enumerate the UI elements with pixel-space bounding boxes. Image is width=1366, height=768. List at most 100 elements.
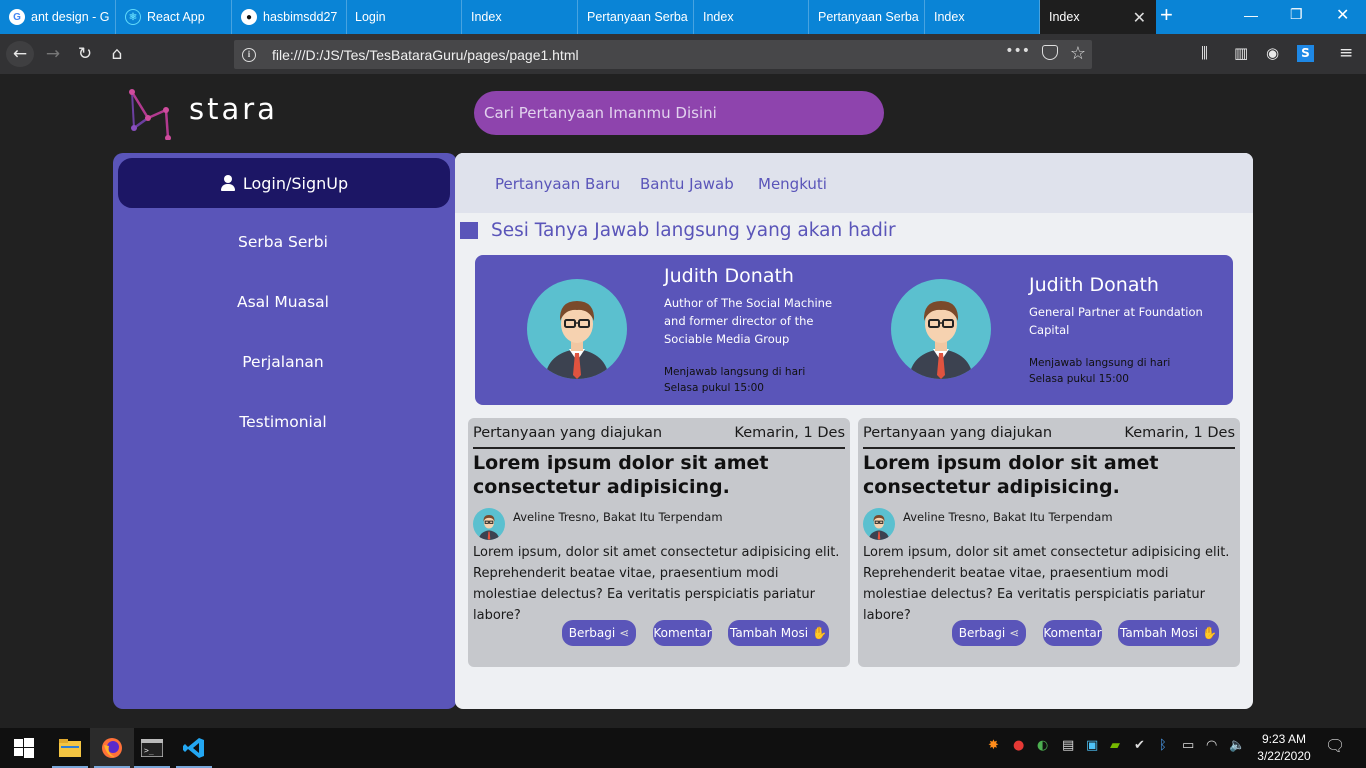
tray-app-icon[interactable]: ▣: [1086, 738, 1098, 753]
question-title[interactable]: Lorem ipsum dolor sit amet consectetur a…: [863, 451, 1233, 499]
author-avatar: [473, 508, 505, 540]
thumbs-up-icon: ✋: [812, 626, 827, 640]
library-icon[interactable]: ⫼: [1201, 44, 1208, 62]
sidebar-toggle-icon[interactable]: ▥: [1234, 44, 1248, 62]
search-input[interactable]: [474, 91, 884, 135]
page: stara Login/SignUp Serba Serbi Asal Muas…: [0, 74, 1366, 728]
comment-button[interactable]: Komentar: [653, 620, 712, 646]
browser-tab-bar: G ant design - G ⚛ React App ● hasbimsdd…: [0, 0, 1366, 34]
speaker-name: Judith Donath: [664, 265, 794, 287]
vscode-icon[interactable]: [172, 728, 216, 768]
account-icon[interactable]: ◉: [1266, 44, 1279, 62]
close-window-button[interactable]: ✕: [1336, 5, 1349, 25]
restore-button[interactable]: ❐: [1290, 6, 1303, 23]
clock-date: 3/22/2020: [1257, 749, 1311, 763]
sidebar-item-perjalanan[interactable]: Perjalanan: [113, 353, 453, 371]
menu-icon[interactable]: ≡: [1339, 43, 1353, 63]
back-arrow-icon[interactable]: ←: [6, 41, 34, 67]
url-text[interactable]: file:///D:/JS/Tes/TesBataraGuru/pages/pa…: [272, 47, 579, 63]
browser-tab-active[interactable]: Index ✕: [1040, 0, 1156, 34]
pocket-icon[interactable]: [1042, 45, 1058, 60]
person-avatar-icon: [868, 515, 890, 540]
svg-text:>_: >_: [144, 746, 154, 755]
login-label: Login/SignUp: [242, 173, 349, 193]
tab-pertanyaan-baru[interactable]: Pertanyaan Baru: [495, 175, 620, 193]
question-date: Kemarin, 1 Des: [734, 425, 845, 441]
question-author[interactable]: Aveline Tresno, Bakat Itu Terpendam: [513, 510, 723, 524]
question-title[interactable]: Lorem ipsum dolor sit amet consectetur a…: [473, 451, 843, 499]
sidebar-item-serba-serbi[interactable]: Serba Serbi: [113, 233, 453, 251]
tray-app-icon[interactable]: ▤: [1062, 738, 1074, 753]
nvidia-icon[interactable]: ▰: [1110, 738, 1120, 753]
browser-tab[interactable]: ⚛ React App: [116, 0, 232, 34]
comment-button[interactable]: Komentar: [1043, 620, 1102, 646]
main-tabs: Pertanyaan Baru Bantu Jawab Mengkuti: [455, 153, 1253, 213]
tray-app-icon[interactable]: ●: [1013, 738, 1024, 753]
question-date: Kemarin, 1 Des: [1124, 425, 1235, 441]
user-icon: [220, 175, 236, 191]
reload-icon[interactable]: ↻: [71, 41, 99, 67]
question-card: Pertanyaan yang diajukan Kemarin, 1 Des …: [468, 418, 850, 667]
browser-tab[interactable]: G ant design - G: [0, 0, 116, 34]
sidebar-item-asal-muasal[interactable]: Asal Muasal: [113, 293, 453, 311]
browser-tab[interactable]: ● hasbimsdd27: [232, 0, 347, 34]
speaker-name: Judith Donath: [1029, 274, 1159, 296]
new-tab-button[interactable]: +: [1160, 2, 1173, 28]
question-body: Lorem ipsum, dolor sit amet consectetur …: [863, 545, 1230, 623]
home-icon[interactable]: ⌂: [103, 41, 131, 67]
close-tab-icon[interactable]: ✕: [1133, 8, 1146, 28]
extension-icon[interactable]: S: [1297, 45, 1314, 62]
bluetooth-icon[interactable]: ᛒ: [1159, 738, 1167, 753]
taskbar: >_ ✸ ● ◐ ▤ ▣ ▰ ✔ ᛒ ▭ ◠ 🔈 9:23 AM 3/22/20…: [0, 728, 1366, 768]
info-icon[interactable]: i: [242, 47, 256, 62]
address-bar[interactable]: i file:///D:/JS/Tes/TesBataraGuru/pages/…: [234, 40, 1092, 69]
section-title: Sesi Tanya Jawab langsung yang akan hadi…: [491, 220, 896, 241]
sidebar: Login/SignUp Serba Serbi Asal Muasal Per…: [113, 153, 457, 709]
person-avatar-icon: [478, 515, 500, 540]
forward-arrow-icon[interactable]: →: [39, 41, 67, 67]
browser-tab[interactable]: Index: [462, 0, 578, 34]
page-actions-icon[interactable]: •••: [1005, 43, 1030, 59]
share-button[interactable]: Berbagi ⋖: [952, 620, 1026, 646]
browser-tab[interactable]: Index: [925, 0, 1040, 34]
browser-tab[interactable]: Pertanyaan Serba: [578, 0, 694, 34]
browser-tab[interactable]: Pertanyaan Serba: [809, 0, 925, 34]
tray-app-icon[interactable]: ✔: [1134, 738, 1145, 753]
google-icon: G: [9, 9, 25, 25]
sidebar-item-testimonial[interactable]: Testimonial: [113, 413, 453, 431]
bookmark-star-icon[interactable]: ☆: [1070, 43, 1086, 64]
speaker-schedule: Menjawab langsung di hari Selasa pukul 1…: [1029, 357, 1171, 385]
system-clock[interactable]: 9:23 AM 3/22/2020: [1252, 731, 1316, 765]
clock-time: 9:23 AM: [1261, 732, 1307, 746]
volume-icon[interactable]: 🔈: [1229, 738, 1245, 753]
question-header: Pertanyaan yang diajukan Kemarin, 1 Des: [473, 425, 845, 449]
firefox-icon[interactable]: [90, 728, 134, 768]
thumbs-up-icon: ✋: [1202, 626, 1217, 640]
login-signup-button[interactable]: Login/SignUp: [118, 158, 450, 208]
main-content: Pertanyaan Baru Bantu Jawab Mengkuti Ses…: [455, 153, 1253, 709]
windows-start-icon[interactable]: [2, 728, 46, 768]
speaker-avatar: [891, 279, 991, 379]
terminal-icon[interactable]: >_: [130, 728, 174, 768]
speaker-role: General Partner at Foundation Capital: [1029, 305, 1203, 337]
browser-nav-bar: ← → ↻ ⌂ i file:///D:/JS/Tes/TesBataraGur…: [0, 34, 1366, 74]
tab-bantu-jawab[interactable]: Bantu Jawab: [640, 175, 734, 193]
question-author[interactable]: Aveline Tresno, Bakat Itu Terpendam: [903, 510, 1113, 524]
browser-tab[interactable]: Index: [694, 0, 809, 34]
share-button[interactable]: Berbagi ⋖: [562, 620, 636, 646]
minimize-button[interactable]: —: [1244, 7, 1258, 23]
notifications-icon[interactable]: 🗨: [1325, 736, 1345, 755]
tray-app-icon[interactable]: ◐: [1037, 738, 1048, 753]
battery-icon[interactable]: ▭: [1182, 738, 1194, 753]
file-explorer-icon[interactable]: [48, 728, 92, 768]
tray-app-icon[interactable]: ✸: [988, 738, 999, 753]
speaker-avatar: [527, 279, 627, 379]
section-bullet: [460, 222, 478, 239]
share-icon: ⋖: [619, 626, 630, 640]
wifi-icon[interactable]: ◠: [1206, 738, 1217, 753]
add-vote-button[interactable]: Tambah Mosi ✋: [728, 620, 829, 646]
tab-mengkuti[interactable]: Mengkuti: [758, 175, 827, 193]
question-body: Lorem ipsum, dolor sit amet consectetur …: [473, 545, 840, 623]
add-vote-button[interactable]: Tambah Mosi ✋: [1118, 620, 1219, 646]
browser-tab[interactable]: Login: [347, 0, 462, 34]
